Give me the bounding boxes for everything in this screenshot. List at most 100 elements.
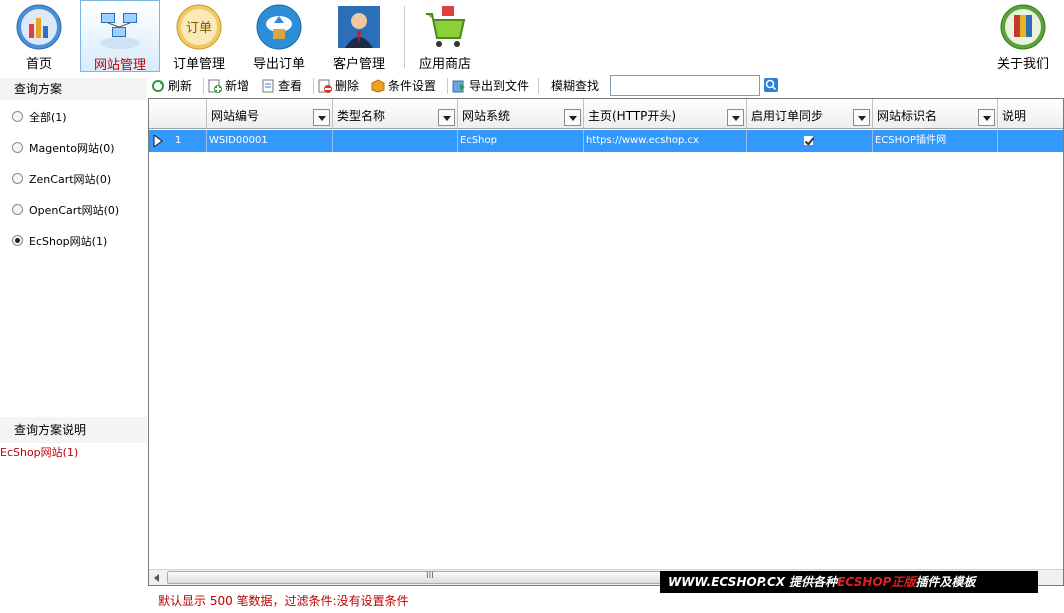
nav-home-label: 首页: [25, 57, 52, 72]
nav-export-orders-button[interactable]: 导出订单: [246, 0, 312, 72]
query-option-zencart[interactable]: ZenCart网站(0): [12, 172, 111, 188]
search-button[interactable]: [764, 78, 778, 92]
row-pointer-icon: [153, 135, 163, 147]
query-option-magento[interactable]: Magento网站(0): [12, 141, 115, 157]
home-chart-icon: [16, 4, 62, 50]
customer-person-icon: [338, 6, 380, 48]
cell-site-name[interactable]: ECSHOP插件网: [873, 130, 998, 152]
query-option-all[interactable]: 全部(1): [12, 110, 67, 126]
filter-dropdown-icon[interactable]: [727, 109, 744, 126]
view-label: 查看: [278, 79, 303, 93]
cell-homepage[interactable]: https://www.ecshop.cx: [584, 130, 747, 152]
radio-button[interactable]: [12, 111, 23, 122]
column-header-site-name[interactable]: 网站标识名: [873, 99, 998, 129]
grid-toolbar: 刷新 新增 查看 删除 条件设置 导出到文件 模糊查找: [148, 74, 1064, 98]
nav-website-management-label: 网站管理: [93, 58, 146, 73]
radio-button[interactable]: [12, 173, 23, 184]
column-header-label: 类型名称: [337, 109, 386, 123]
query-option-ecshop[interactable]: EcShop网站(1): [12, 234, 107, 250]
add-button[interactable]: 新增: [208, 77, 249, 95]
column-header-label: 主页(HTTP开头): [588, 109, 677, 123]
refresh-icon: [152, 80, 164, 92]
cell-type-name[interactable]: [333, 130, 458, 152]
nav-home-button[interactable]: 首页: [6, 0, 72, 72]
fuzzy-search-input[interactable]: [610, 75, 760, 96]
nav-export-orders-label: 导出订单: [252, 57, 305, 72]
scroll-left-icon[interactable]: [152, 573, 162, 583]
column-header-homepage[interactable]: 主页(HTTP开头): [584, 99, 747, 129]
website-data-grid: 网站编号 类型名称 网站系统 主页(HTTP开头) 启用订单同步 网站标识名 说…: [148, 98, 1064, 586]
query-description-title: 查询方案说明: [0, 417, 147, 443]
search-icon: [765, 79, 777, 91]
radio-button[interactable]: [12, 204, 23, 215]
cell-order-sync[interactable]: [747, 130, 873, 152]
filter-dropdown-icon[interactable]: [564, 109, 581, 126]
export-to-file-label: 导出到文件: [469, 79, 530, 93]
column-header-order-sync[interactable]: 启用订单同步: [747, 99, 873, 129]
toolbar-separator: [404, 6, 405, 68]
delete-button[interactable]: 删除: [318, 77, 359, 95]
nav-customer-management-label: 客户管理: [332, 57, 385, 72]
about-us-label: 关于我们: [996, 57, 1049, 72]
filter-dropdown-icon[interactable]: [438, 109, 455, 126]
cell-site-system[interactable]: EcShop: [458, 130, 584, 152]
column-header-site-id[interactable]: 网站编号: [207, 99, 333, 129]
add-icon: [208, 79, 222, 93]
add-label: 新增: [225, 79, 250, 93]
column-header-label: 网站标识名: [877, 109, 938, 123]
nav-order-management-button[interactable]: 订单 订单管理: [166, 0, 232, 72]
query-description-text: EcShop网站(1): [0, 446, 79, 459]
cell-note[interactable]: [998, 130, 1063, 152]
column-header-type-name[interactable]: 类型名称: [333, 99, 458, 129]
column-header-note[interactable]: 说明: [998, 99, 1063, 129]
main-toolbar: 首页 网站管理 订单 订单管理 导出订单 客户管理 应用商店 关于我们: [0, 0, 1064, 73]
column-header-label: 启用订单同步: [751, 109, 824, 123]
query-option-label: Magento网站(0): [29, 142, 115, 155]
query-option-label: ZenCart网站(0): [29, 173, 112, 186]
delete-label: 删除: [335, 79, 360, 93]
column-header-site-system[interactable]: 网站系统: [458, 99, 584, 129]
order-note-icon: 订单: [176, 4, 222, 50]
horizontal-scroll-thumb[interactable]: III: [167, 571, 667, 584]
nav-website-management-button[interactable]: 网站管理: [80, 0, 160, 73]
query-scheme-title: 查询方案: [0, 78, 147, 100]
filter-dropdown-icon[interactable]: [978, 109, 995, 126]
refresh-button[interactable]: 刷新: [151, 77, 192, 95]
nav-customer-management-button[interactable]: 客户管理: [326, 0, 392, 72]
view-document-icon: [262, 79, 274, 93]
table-row[interactable]: 1 WSID00001 EcShop https://www.ecshop.cx…: [149, 130, 1063, 152]
filter-settings-button[interactable]: 条件设置: [371, 77, 436, 95]
cloud-export-icon: [256, 4, 302, 50]
delete-icon: [318, 79, 332, 93]
nav-order-management-label: 订单管理: [172, 57, 225, 72]
row-indicator-cell: 1: [149, 130, 207, 152]
column-header-label: 说明: [1002, 109, 1027, 123]
scroll-thumb-grip: III: [426, 571, 434, 581]
nav-app-store-button[interactable]: 应用商店: [412, 0, 478, 72]
toolbar-separator: [538, 78, 539, 94]
column-header-label: 网站编号: [211, 109, 260, 123]
toolbar-separator: [203, 78, 204, 94]
query-option-opencart[interactable]: OpenCart网站(0): [12, 203, 119, 219]
about-us-button[interactable]: 关于我们: [990, 0, 1056, 72]
query-scheme-panel: 查询方案 全部(1) Magento网站(0) ZenCart网站(0) Ope…: [0, 78, 147, 588]
refresh-label: 刷新: [168, 79, 193, 93]
fuzzy-search-label: 模糊查找: [551, 79, 600, 93]
svg-text:订单: 订单: [186, 21, 212, 36]
order-sync-checkbox[interactable]: [803, 135, 814, 146]
export-to-file-button[interactable]: 导出到文件: [452, 77, 529, 95]
row-index: 1: [175, 135, 182, 146]
banner-text-1: WWW.ECSHOP.CX 提供各种: [668, 575, 838, 589]
toolbar-separator: [447, 78, 448, 94]
radio-button-selected[interactable]: [12, 235, 23, 246]
radio-button[interactable]: [12, 142, 23, 153]
row-header-corner: [149, 99, 207, 129]
status-bar-text: 默认显示 500 笔数据，过滤条件:没有设置条件: [158, 594, 409, 608]
filter-dropdown-icon[interactable]: [853, 109, 870, 126]
filter-dropdown-icon[interactable]: [313, 109, 330, 126]
query-option-label: 全部(1): [29, 111, 67, 124]
watermark-banner: WWW.ECSHOP.CX 提供各种ECSHOP正版插件及模板: [660, 571, 1038, 593]
filter-box-icon: [371, 79, 385, 93]
cell-site-id[interactable]: WSID00001: [207, 130, 333, 152]
view-button[interactable]: 查看: [261, 77, 302, 95]
